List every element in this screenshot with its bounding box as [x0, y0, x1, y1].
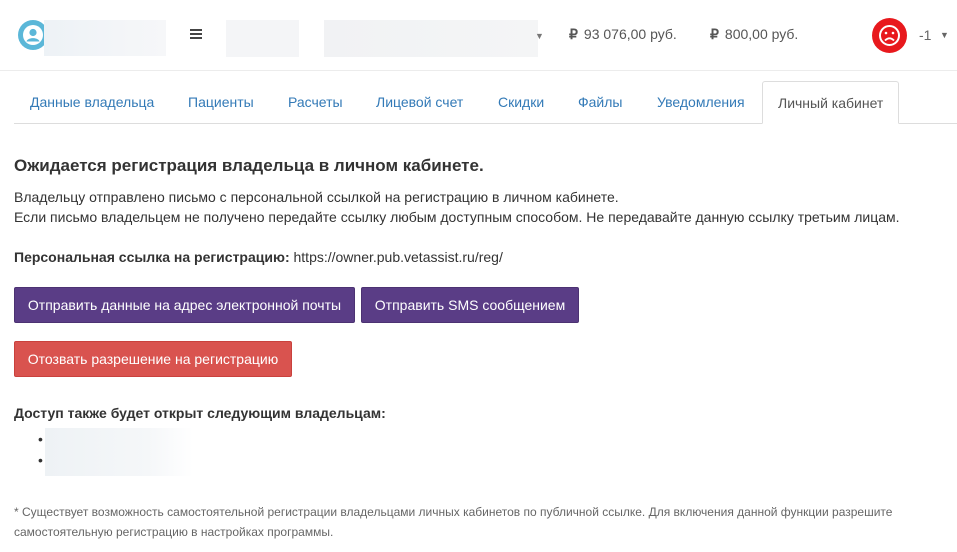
registration-link-row: Персональная ссылка на регистрацию: http… [14, 249, 503, 265]
top-bar: ▼ ₽93 076,00 руб. ₽800,00 руб. -1 ▼ [0, 0, 957, 71]
info-text-line-1: Владельцу отправлено письмо с персональн… [14, 189, 619, 205]
revoke-registration-button[interactable]: Отозвать разрешение на регистрацию [14, 341, 292, 377]
tab-personal-cabinet[interactable]: Личный кабинет [762, 81, 900, 124]
branch-select-redacted[interactable] [324, 20, 538, 57]
status-count[interactable]: -1 [919, 27, 931, 43]
owners-list-redacted [45, 428, 193, 476]
send-email-button[interactable]: Отправить данные на адрес электронной по… [14, 287, 355, 323]
secondary-value: 800,00 руб. [724, 26, 799, 42]
secondary-amount: ₽800,00 руб. [710, 26, 798, 43]
send-sms-button[interactable]: Отправить SMS сообщением [361, 287, 579, 323]
owner-tabs: Данные владельца Пациенты Расчеты Лицево… [14, 81, 957, 124]
tab-personal-account[interactable]: Лицевой счет [376, 81, 463, 122]
footnote-line-2: самостоятельную регистрацию в настройках… [14, 525, 334, 539]
tab-owner-data[interactable]: Данные владельца [30, 81, 154, 122]
ruble-icon: ₽ [710, 26, 719, 42]
tab-payments[interactable]: Расчеты [288, 81, 343, 122]
chevron-down-icon[interactable]: ▼ [940, 30, 949, 40]
list-bullet: • [38, 452, 43, 468]
user-name-redacted [226, 20, 299, 57]
hamburger-menu-icon[interactable] [189, 27, 204, 42]
tab-notifications[interactable]: Уведомления [657, 81, 745, 122]
tab-discounts[interactable]: Скидки [498, 81, 544, 122]
tab-patients[interactable]: Пациенты [188, 81, 254, 122]
balance-amount: ₽93 076,00 руб. [569, 26, 677, 43]
sad-face-icon[interactable] [872, 18, 907, 53]
registration-link-label: Персональная ссылка на регистрацию: [14, 249, 290, 265]
ruble-icon: ₽ [569, 26, 578, 42]
info-text-line-2: Если письмо владельцем не получено перед… [14, 209, 900, 225]
chevron-down-icon[interactable]: ▼ [535, 31, 544, 41]
registration-link-url: https://owner.pub.vetassist.ru/reg/ [293, 249, 503, 265]
tab-files[interactable]: Файлы [578, 81, 622, 122]
page-title: Ожидается регистрация владельца в личном… [14, 156, 484, 175]
balance-value: 93 076,00 руб. [583, 26, 677, 42]
clinic-name-redacted [44, 20, 166, 56]
footnote-line-1: * Существует возможность самостоятельной… [14, 505, 893, 519]
list-bullet: • [38, 431, 43, 447]
access-list-title: Доступ также будет открыт следующим влад… [14, 405, 386, 421]
